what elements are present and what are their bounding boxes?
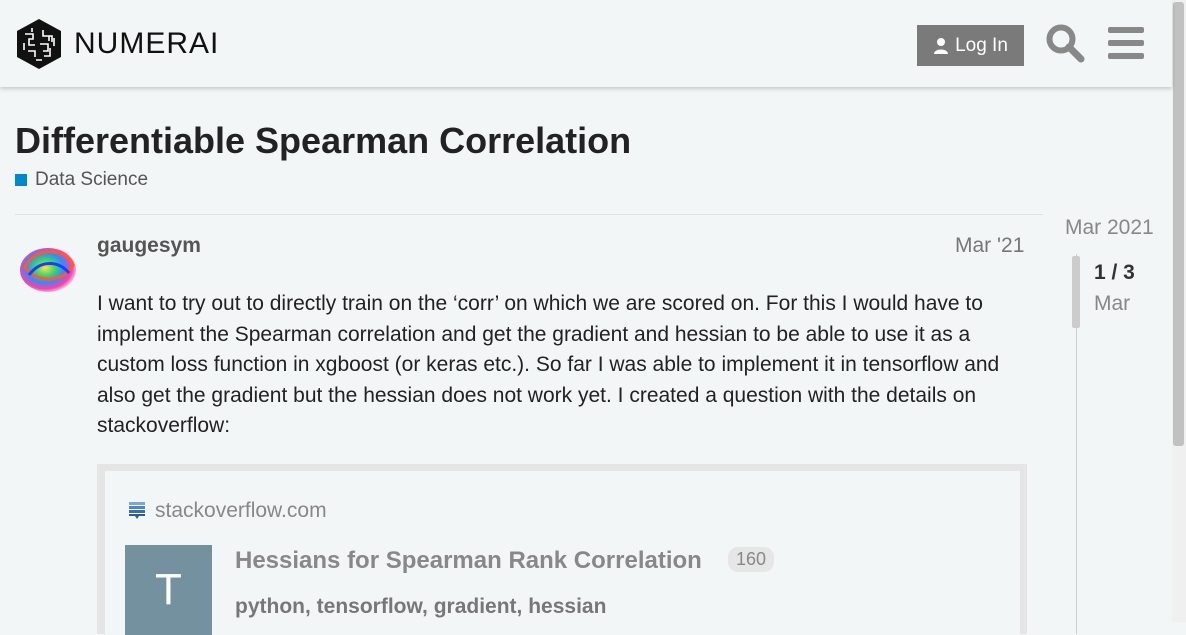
- topic-divider: [15, 214, 1043, 215]
- page-scrollbar-thumb[interactable]: [1173, 2, 1184, 446]
- hamburger-menu-icon[interactable]: [1108, 27, 1144, 64]
- user-icon: [934, 37, 949, 54]
- post-author[interactable]: gaugesym: [97, 234, 201, 258]
- category-badge[interactable]: Data Science: [15, 169, 148, 191]
- login-label: Log In: [955, 34, 1008, 56]
- timeline-start-date[interactable]: Mar 2021: [1065, 216, 1154, 240]
- numerai-logo-icon: [17, 19, 61, 69]
- onebox-view-count: 160: [728, 547, 775, 572]
- category-color-square: [15, 174, 27, 186]
- thumbnail-letter: T: [155, 565, 182, 614]
- timeline-current-date: Mar: [1094, 292, 1131, 315]
- timeline-progress: 1 / 3: [1094, 261, 1135, 284]
- topic-title[interactable]: Differentiable Spearman Correlation: [15, 120, 631, 162]
- numerai-logo[interactable]: NUMERAI: [16, 18, 219, 70]
- brand-name: NUMERAI: [74, 27, 220, 60]
- onebox-question-title[interactable]: Hessians for Spearman Rank Correlation: [235, 547, 702, 575]
- onebox-domain[interactable]: stackoverflow.com: [155, 499, 327, 523]
- onebox-card: stackoverflow.com T Hessians for Spearma…: [105, 471, 1020, 635]
- stackoverflow-onebox[interactable]: stackoverflow.com T Hessians for Spearma…: [97, 464, 1027, 635]
- post-date[interactable]: Mar '21: [955, 234, 1024, 258]
- onebox-tags: python, tensorflow, gradient, hessian: [235, 595, 607, 618]
- avatar[interactable]: [15, 237, 81, 303]
- site-header: NUMERAI Log In: [0, 0, 1172, 87]
- login-button[interactable]: Log In: [917, 25, 1024, 66]
- timeline-scroll-handle[interactable]: [1072, 256, 1080, 328]
- post-body: I want to try out to directly train on t…: [97, 292, 1000, 438]
- search-icon[interactable]: [1045, 23, 1085, 68]
- stackoverflow-icon: [128, 499, 146, 524]
- category-name: Data Science: [35, 169, 149, 190]
